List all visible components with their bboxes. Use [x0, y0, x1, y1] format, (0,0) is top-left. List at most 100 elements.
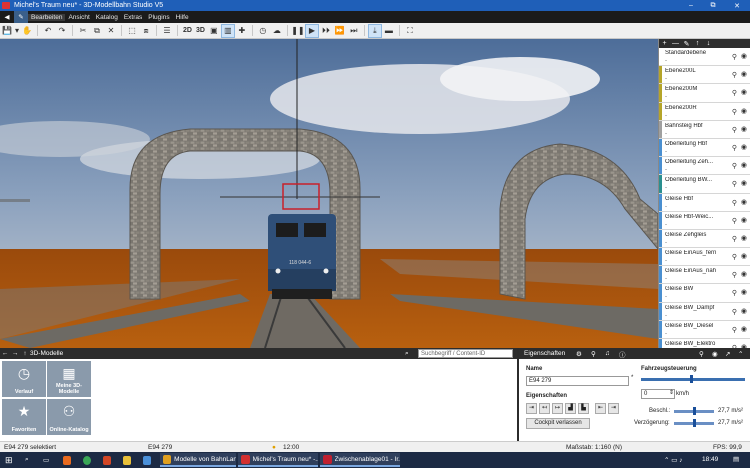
eye-icon[interactable]: ◉ — [741, 70, 747, 78]
layer-row[interactable]: Gleise EinAus_nah - ⚲ ◉ — [659, 266, 750, 285]
lock-icon[interactable]: ▟ — [565, 403, 576, 414]
gear-icon[interactable]: ⚙ — [576, 350, 582, 358]
pin-icon[interactable]: ⚲ — [732, 326, 737, 334]
music-icon[interactable]: ♫ — [605, 350, 610, 357]
firefox-icon[interactable] — [60, 453, 74, 467]
tile-online-katalog[interactable]: ⚇ Online-Katalog — [47, 399, 91, 435]
up-icon[interactable]: ↑ — [20, 350, 30, 357]
save-icon[interactable]: 💾 — [0, 24, 14, 38]
speed-slider[interactable] — [641, 378, 745, 381]
tile-meine-3d-modelle[interactable]: ▦ Meine 3D-Modelle — [47, 361, 91, 397]
eye-icon[interactable]: ◉ — [741, 88, 747, 96]
wagon-icon[interactable]: ▙ — [578, 403, 589, 414]
decouple-rear-icon[interactable]: ⇥ — [608, 403, 619, 414]
layer-row[interactable]: Gleise Hbf-Weic... - ⚲ ◉ — [659, 211, 750, 230]
forward-icon[interactable]: → — [10, 350, 20, 357]
layer-row[interactable]: Ebene200R - ⚲ ◉ — [659, 102, 750, 121]
layer-row[interactable]: Gleise Hbf - ⚲ ◉ — [659, 193, 750, 212]
move-down-icon[interactable]: ↓ — [703, 40, 714, 47]
pin-icon[interactable]: ⚲ — [732, 126, 737, 134]
copy-icon[interactable]: ⧉ — [90, 24, 104, 38]
windows-start-icon[interactable]: ⊞ — [2, 453, 16, 467]
fastest-forward-icon[interactable]: ⏭ — [347, 24, 361, 38]
taskbar-window-button[interactable]: Modelle von BahnLan... — [160, 453, 236, 467]
pin-icon[interactable]: ⚲ — [732, 53, 737, 61]
tile-favoriten[interactable]: ★ Favoriten — [2, 399, 46, 435]
move-up-icon[interactable]: ↑ — [692, 40, 703, 47]
pin-icon[interactable]: ⚲ — [732, 144, 737, 152]
eye-icon[interactable]: ◉ — [741, 234, 747, 242]
pin-icon[interactable]: ⚲ — [732, 271, 737, 279]
eye-icon[interactable]: ◉ — [741, 107, 747, 115]
pin-icon[interactable]: ⚲ — [732, 108, 737, 116]
menu-hilfe[interactable]: Hilfe — [173, 14, 192, 21]
pin-icon[interactable]: ⚲ — [732, 162, 737, 170]
edit-layer-icon[interactable]: ✎ — [681, 40, 692, 48]
search-icon[interactable]: ⌕ — [22, 453, 34, 467]
eye-icon[interactable]: ◉ — [741, 270, 747, 278]
info-icon[interactable]: ⓘ — [619, 349, 626, 359]
pin-icon[interactable]: ⚲ — [732, 308, 737, 316]
eye-icon[interactable]: ◉ — [741, 143, 747, 151]
eye-icon[interactable]: ◉ — [741, 125, 747, 133]
minimize-button[interactable]: – — [681, 0, 701, 11]
redo-icon[interactable]: ↷ — [55, 24, 69, 38]
eye-icon[interactable]: ◉ — [741, 216, 747, 224]
weather-icon[interactable]: ☁ — [270, 24, 284, 38]
camera-icon[interactable]: ▣ — [207, 24, 221, 38]
remove-layer-icon[interactable]: — — [670, 40, 681, 47]
pin-icon[interactable]: ⚲ — [732, 180, 737, 188]
play-icon[interactable]: ▶ — [304, 23, 319, 38]
select-icon[interactable]: ⬚ — [125, 24, 139, 38]
close-button[interactable]: ✕ — [727, 0, 747, 11]
coupling-right-icon[interactable]: ↦ — [552, 403, 563, 414]
name-field[interactable]: E94 279 — [526, 376, 629, 386]
layer-row[interactable]: Ebene200M - ⚲ ◉ — [659, 84, 750, 103]
back-icon[interactable]: ← — [0, 350, 10, 357]
mail-icon[interactable] — [140, 453, 154, 467]
chrome-icon[interactable] — [80, 453, 94, 467]
cockpit-leave-button[interactable]: Cockpit verlassen — [526, 418, 590, 429]
maximize-button[interactable]: ⧉ — [703, 0, 723, 11]
fullscreen-icon[interactable]: ⛶ — [403, 24, 417, 38]
notifications-icon[interactable]: ▤ — [733, 455, 739, 463]
list-icon[interactable]: ☰ — [160, 24, 174, 38]
menu-katalog[interactable]: Katalog — [93, 14, 121, 21]
expand-icon[interactable]: ↗ — [725, 350, 730, 358]
crosshair-icon[interactable]: ✚ — [235, 24, 249, 38]
task-view-icon[interactable]: ▭ — [40, 453, 54, 467]
decouple-front-icon[interactable]: ⇤ — [595, 403, 606, 414]
eye-icon[interactable]: ◉ — [741, 52, 747, 60]
pin-icon[interactable]: ⚲ — [699, 350, 704, 358]
files-icon[interactable] — [120, 453, 134, 467]
coupling-left-icon[interactable]: ↤ — [539, 403, 550, 414]
eye-icon[interactable]: ◉ — [741, 288, 747, 296]
undo-icon[interactable]: ↶ — [41, 24, 55, 38]
eye-icon[interactable]: ◉ — [712, 350, 718, 358]
fast-forward-icon[interactable]: ⏵⏵ — [319, 24, 333, 38]
pin-icon[interactable]: ⚲ — [732, 89, 737, 97]
tray-icons[interactable]: ⌃ ▭ ♪ — [664, 456, 682, 464]
edit-mode-icon[interactable]: ✎ — [14, 11, 28, 23]
pin-icon[interactable]: ⚲ — [732, 235, 737, 243]
search-input[interactable]: Suchbegriff / Content-ID — [418, 349, 513, 358]
menu-ansicht[interactable]: Ansicht — [65, 14, 92, 21]
eye-icon[interactable]: ◉ — [741, 179, 747, 187]
eye-icon[interactable]: ◉ — [741, 161, 747, 169]
coupling-icon[interactable]: ⇥ — [526, 403, 537, 414]
layer-row[interactable]: Gleise BW_Diesel - ⚲ ◉ — [659, 320, 750, 339]
back-icon[interactable]: ◀ — [0, 11, 14, 23]
layer-row[interactable]: Oberleitung BW... - ⚲ ◉ — [659, 175, 750, 194]
speed-stepper-icon[interactable]: ⇕ — [669, 389, 674, 396]
layer-row[interactable]: Gleise EinAus_fern - ⚲ ◉ — [659, 248, 750, 267]
train-cab-icon[interactable]: ▥ — [220, 23, 235, 38]
add-layer-icon[interactable]: + — [659, 40, 670, 47]
layer-row[interactable]: Oberleitung Zeh... - ⚲ ◉ — [659, 157, 750, 176]
eye-icon[interactable]: ◉ — [741, 198, 747, 206]
group-icon[interactable]: ⧈ — [139, 24, 153, 38]
eye-icon[interactable]: ◉ — [741, 307, 747, 315]
hand-icon[interactable]: ✋ — [20, 24, 34, 38]
tile-verlauf[interactable]: ◷ Verlauf — [2, 361, 46, 397]
decel-slider-thumb[interactable] — [693, 419, 696, 427]
pin-icon[interactable]: ⚲ — [732, 289, 737, 297]
